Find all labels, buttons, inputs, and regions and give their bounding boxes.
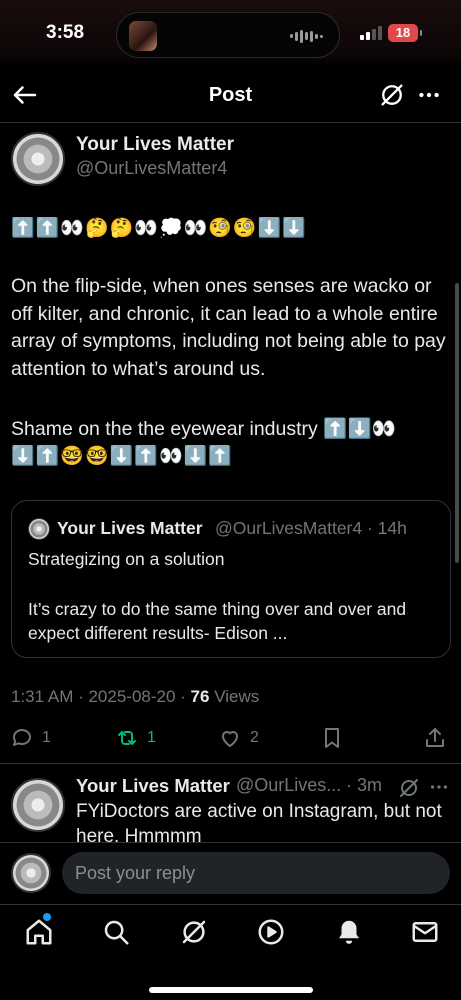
now-playing-thumbnail <box>129 21 157 51</box>
share-icon <box>426 728 444 747</box>
like-icon <box>222 731 238 747</box>
quoted-post[interactable]: Your Lives Matter @OurLivesMatter4 · 14h… <box>11 500 451 658</box>
reply-button[interactable]: 1 <box>10 726 51 750</box>
header-divider <box>0 122 461 123</box>
grok-icon[interactable] <box>397 776 421 800</box>
mail-icon[interactable] <box>410 917 440 947</box>
reply-author-handle[interactable]: @OurLives... <box>236 775 341 796</box>
repost-count: 1 <box>147 729 156 746</box>
bell-icon[interactable] <box>334 917 364 947</box>
post-body: On the flip-side, when ones senses are w… <box>11 275 446 380</box>
grok-icon[interactable] <box>179 917 209 947</box>
post-emoji-line: ⬆️⬆️👀🤔🤔👀💭👀🧐🧐⬇️⬇️ <box>11 218 307 239</box>
reply-author-name[interactable]: Your Lives Matter <box>76 775 230 797</box>
bookmark-button[interactable] <box>320 726 344 750</box>
quote-text-line: Strategizing on a solution <box>28 549 225 569</box>
reply-composer <box>0 842 461 904</box>
post-body-line: Shame on the the eyewear industry ⬆️⬇️👀 <box>11 418 397 440</box>
bookmark-icon <box>325 728 339 748</box>
search-icon[interactable] <box>101 917 131 947</box>
quote-avatar <box>28 518 50 540</box>
quote-text-body: It’s crazy to do the same thing over and… <box>28 599 407 643</box>
status-bar: 3:58 18 <box>0 0 461 68</box>
reply-timestamp: · 3m <box>346 775 382 795</box>
repost-button[interactable]: 1 <box>115 726 156 750</box>
reply-icon <box>13 729 31 746</box>
scrollbar[interactable] <box>455 283 459 563</box>
bottom-nav <box>0 904 461 1000</box>
reply-input[interactable] <box>62 852 450 894</box>
like-count: 2 <box>250 729 259 746</box>
status-time: 3:58 <box>46 22 85 43</box>
more-icon[interactable] <box>416 82 442 108</box>
cellular-signal-icon <box>360 26 382 40</box>
post-emoji-line-2: ⬇️⬆️🤓🤓⬇️⬆️👀⬇️⬆️ <box>11 446 233 467</box>
post-divider <box>0 763 461 764</box>
play-icon[interactable] <box>256 917 286 947</box>
reply-count: 1 <box>42 729 51 746</box>
share-button[interactable] <box>423 726 447 750</box>
composer-avatar <box>11 853 51 893</box>
dynamic-island[interactable] <box>116 12 340 58</box>
post-meta: 1:31 AM · 2025-08-20 · 76 Views <box>11 687 259 707</box>
author-avatar[interactable] <box>11 132 65 186</box>
views-label: Views <box>209 687 260 706</box>
quote-handle-time: @OurLivesMatter4 · 14h <box>215 518 407 538</box>
battery-indicator: 18 <box>388 24 422 42</box>
repost-icon <box>118 731 136 745</box>
home-indicator[interactable] <box>149 987 313 993</box>
home-icon[interactable] <box>24 917 54 947</box>
like-button[interactable]: 2 <box>218 726 259 750</box>
audio-waveform-icon <box>290 29 323 43</box>
author-name[interactable]: Your Lives Matter <box>76 134 234 156</box>
reply-author-avatar[interactable] <box>11 778 65 832</box>
author-handle[interactable]: @OurLivesMatter4 <box>76 158 227 179</box>
notification-dot <box>43 913 51 921</box>
post-datetime: 1:31 AM · 2025-08-20 · <box>11 687 191 706</box>
post-actions: 1 1 2 <box>0 722 461 756</box>
more-icon[interactable] <box>428 776 450 798</box>
grok-icon[interactable] <box>378 81 406 109</box>
post-header: Post <box>0 68 461 122</box>
quote-author-name: Your Lives Matter <box>57 518 203 538</box>
views-count: 76 <box>190 687 210 706</box>
